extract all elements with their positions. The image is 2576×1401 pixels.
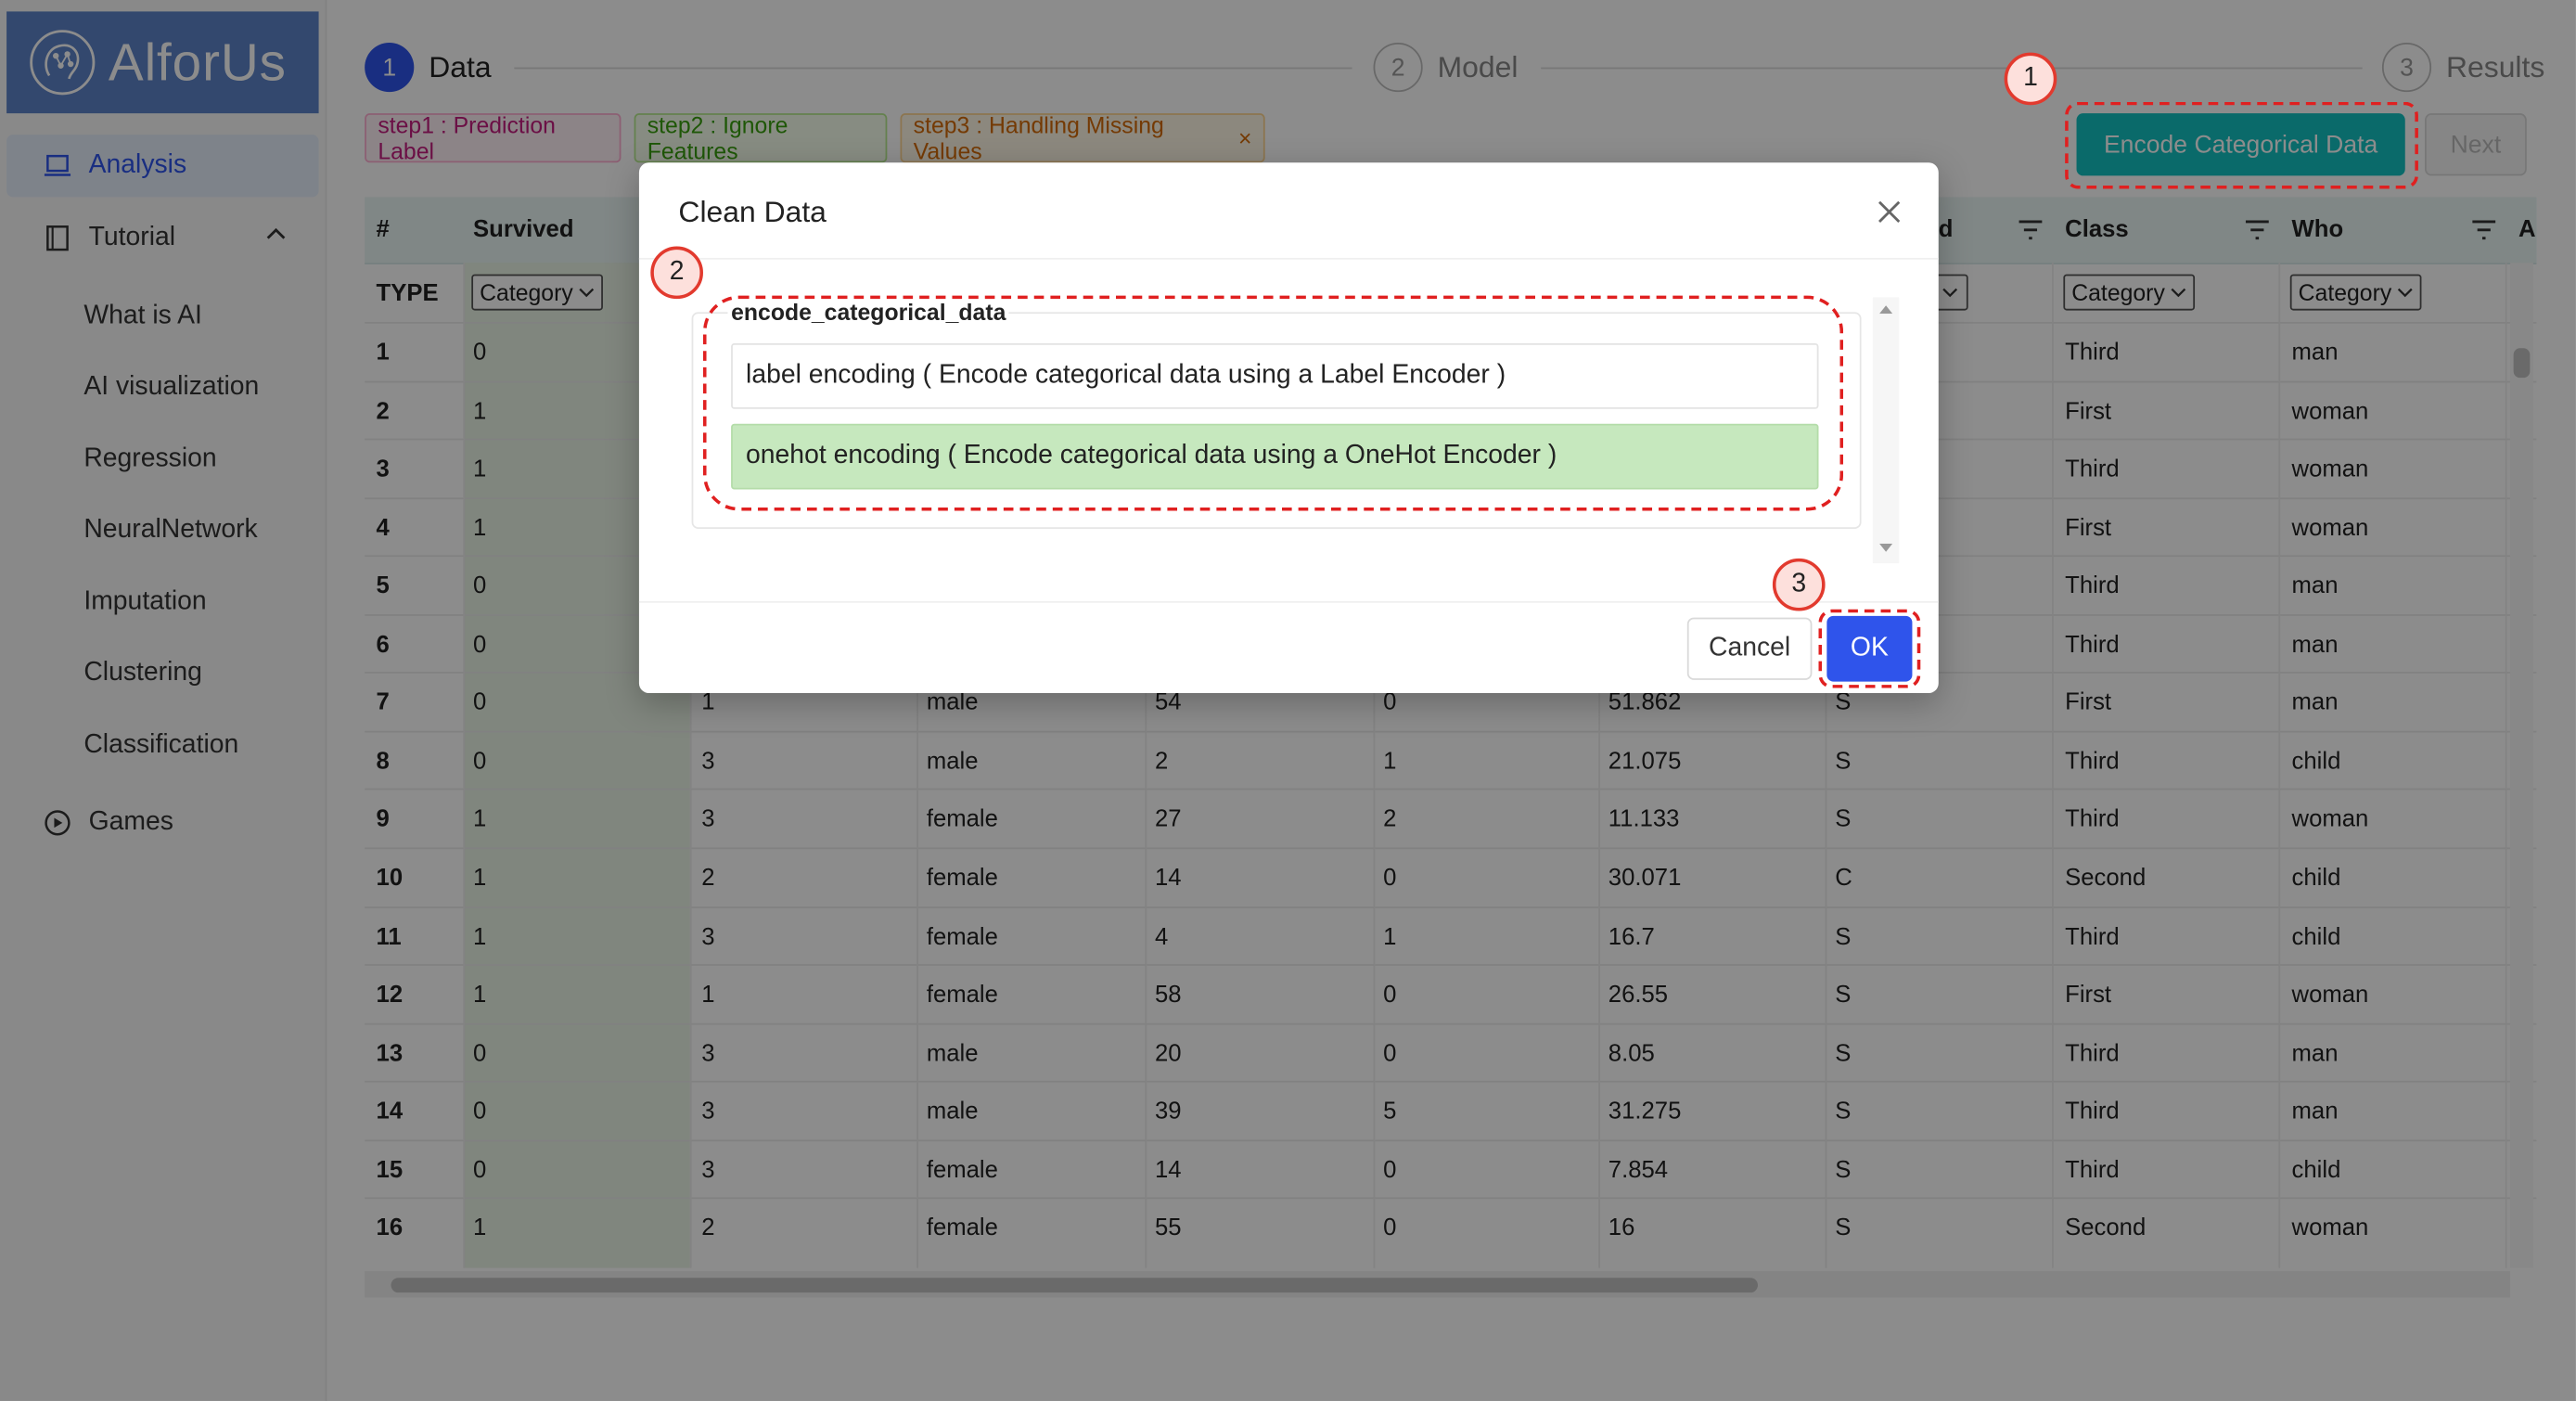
scroll-up-icon[interactable] (1879, 303, 1893, 315)
annotation-badge-3: 3 (1772, 558, 1826, 611)
app-window: AlforUs Analysis Tutorial What is AI AI … (0, 0, 2576, 1401)
annotation-highlight-2 (702, 295, 1844, 511)
divider (638, 600, 1939, 603)
annotation-highlight-1 (2065, 101, 2418, 189)
cancel-button[interactable]: Cancel (1686, 617, 1813, 680)
divider (638, 257, 1939, 260)
clean-data-dialog: Clean Data encode_categorical_data label… (638, 162, 1939, 694)
annotation-badge-2: 2 (650, 246, 703, 300)
close-icon[interactable] (1876, 199, 1902, 225)
dialog-title: Clean Data (678, 195, 827, 229)
scroll-down-icon[interactable] (1879, 543, 1893, 554)
annotation-highlight-3 (1818, 609, 1921, 688)
annotation-badge-1: 1 (2004, 52, 2057, 106)
dialog-scrollbar[interactable] (1872, 297, 1900, 564)
